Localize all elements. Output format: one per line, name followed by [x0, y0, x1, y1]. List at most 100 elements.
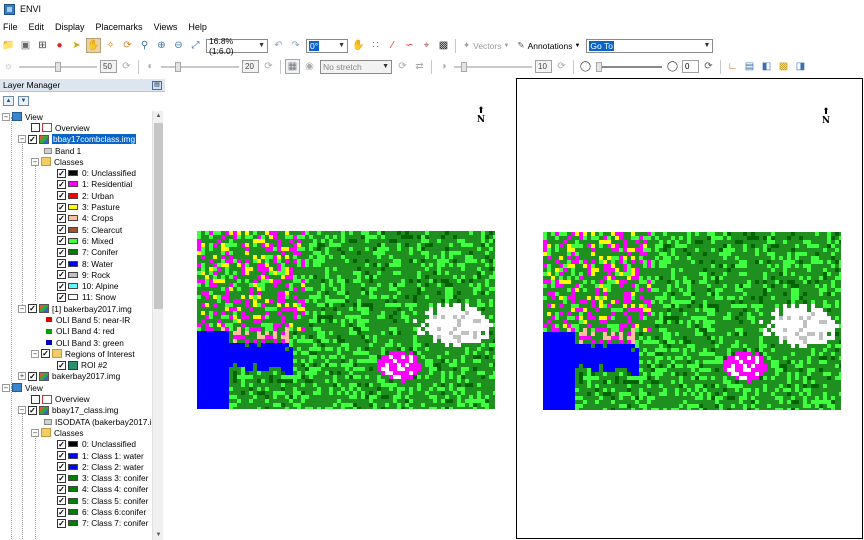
class-checkbox[interactable]: ✓ [57, 191, 66, 201]
class-checkbox[interactable]: ✓ [57, 225, 66, 235]
sharpen-slider[interactable] [454, 61, 532, 73]
class-item[interactable]: ✓ 4: Class 4: conifer [57, 484, 148, 495]
zoom-out-icon[interactable]: ⊖ [171, 38, 186, 53]
class-item[interactable]: ✓ 6: Class 6:conifer [57, 506, 146, 517]
rotate-right-icon[interactable]: ↷ [288, 38, 303, 53]
class-item[interactable]: ✓ 2: Urban [57, 190, 114, 201]
class-checkbox[interactable]: ✓ [57, 270, 66, 280]
tree-view-1[interactable]: − View [2, 111, 43, 122]
spectral-icon[interactable]: ∽ [402, 38, 417, 53]
roi-folder[interactable]: − ✓ Regions of Interest [31, 348, 135, 359]
class-item[interactable]: ✓ 1: Residential [57, 179, 132, 190]
image-view-2[interactable]: ⬆ N [516, 78, 863, 539]
pixel-locator-icon[interactable]: ▩ [436, 38, 451, 53]
menu-help[interactable]: Help [188, 22, 212, 32]
image-view-1[interactable]: ⬆ N [172, 78, 511, 540]
crop-icon[interactable]: ⊞ [35, 38, 50, 53]
layer-checkbox[interactable]: ✓ [28, 304, 37, 314]
class-item[interactable]: ✓ 3: Class 3: conifer [57, 473, 148, 484]
class-checkbox[interactable]: ✓ [57, 439, 66, 449]
class-item[interactable]: ✓ 0: Unclassified [57, 168, 136, 179]
reset-contrast-icon[interactable]: ⟳ [261, 59, 276, 74]
class-checkbox[interactable]: ✓ [57, 507, 66, 517]
export-icon[interactable]: ▩ [776, 59, 791, 74]
chart-icon[interactable]: ∟ [725, 59, 740, 74]
reset-brightness-icon[interactable]: ⟳ [119, 59, 134, 74]
overview-checkbox[interactable] [31, 123, 40, 133]
layer-bbay17-class[interactable]: − ✓ bbay17_class.img [18, 405, 118, 416]
rgb-band-red[interactable]: OLI Band 5: near-IR [44, 314, 130, 325]
collapse-toggle[interactable]: − [18, 406, 26, 415]
class-checkbox[interactable]: ✓ [57, 259, 66, 269]
scroll-up-icon[interactable]: ▲ [153, 111, 164, 121]
layer-bakerbay2017[interactable]: + ✓ bakerbay2017.img [18, 371, 120, 382]
class-checkbox[interactable]: ✓ [57, 292, 66, 302]
class-checkbox[interactable]: ✓ [57, 496, 66, 506]
class-item[interactable]: ✓ 5: Class 5: conifer [57, 495, 148, 506]
profile-icon[interactable]: ∕ [385, 38, 400, 53]
class-checkbox[interactable]: ✓ [57, 179, 66, 189]
menu-display[interactable]: Display [55, 22, 90, 32]
data-manager-icon[interactable]: ▣ [18, 38, 33, 53]
grid-icon[interactable]: ∷ [368, 38, 383, 53]
slider-thumb[interactable] [461, 61, 468, 72]
tree-scrollbar[interactable]: ▲ ▼ [152, 111, 163, 540]
class-checkbox[interactable]: ✓ [57, 462, 66, 472]
collapse-toggle[interactable]: − [18, 304, 26, 313]
class-item[interactable]: ✓ 7: Class 7: conifer [57, 518, 148, 529]
class-item[interactable]: ✓ 2: Class 2: water [57, 461, 144, 472]
stretch-select[interactable]: No stretch ▼ [320, 59, 392, 74]
class-checkbox[interactable]: ✓ [57, 518, 66, 528]
vectors-menu[interactable]: ✦ Vectors ▼ [463, 40, 509, 51]
scroll-down-icon[interactable]: ▼ [153, 530, 164, 540]
rgb-band-blue[interactable]: OLI Band 3: green [44, 337, 124, 348]
expand-toggle[interactable]: + [18, 372, 26, 381]
menu-views[interactable]: Views [154, 22, 183, 32]
zoom-full-icon[interactable]: ⤢ [188, 38, 203, 53]
overview-item[interactable]: Overview [31, 122, 90, 133]
annotations-menu[interactable]: ✎ Annotations ▼ [517, 40, 580, 51]
roi-item[interactable]: ✓ ROI #2 [57, 360, 107, 371]
class-checkbox[interactable]: ✓ [57, 213, 66, 223]
placemark-icon[interactable]: ● [52, 38, 67, 53]
sharpen-value[interactable]: 10 [535, 60, 552, 73]
class-item[interactable]: ✓ 6: Mixed [57, 235, 113, 246]
open-file-icon[interactable]: 📁 [1, 38, 16, 53]
transparency-value[interactable]: 0 [682, 60, 699, 73]
class-item[interactable]: ✓ 7: Conifer [57, 247, 118, 258]
swap-icon[interactable]: ⇄ [412, 59, 427, 74]
classified-image[interactable] [197, 231, 495, 409]
rgb-band-green[interactable]: OLI Band 4: red [44, 326, 115, 337]
expand-all-icon[interactable]: ▼ [18, 96, 29, 106]
overview-item[interactable]: Overview [31, 393, 90, 404]
view-icon[interactable]: ◧ [759, 59, 774, 74]
transparency-slider[interactable] [596, 61, 662, 73]
class-checkbox[interactable]: ✓ [57, 281, 66, 291]
image-icon[interactable]: ▤ [742, 59, 757, 74]
cursor-value-icon[interactable]: ⌖ [419, 38, 434, 53]
class-item[interactable]: ✓ 5: Clearcut [57, 224, 122, 235]
class-checkbox[interactable]: ✓ [57, 202, 66, 212]
roi-checkbox[interactable]: ✓ [57, 360, 66, 370]
class-item[interactable]: ✓ 8: Water [57, 258, 113, 269]
class-item[interactable]: ✓ 10: Alpine [57, 281, 118, 292]
class-checkbox[interactable]: ✓ [57, 451, 66, 461]
overview-checkbox[interactable] [31, 394, 40, 404]
slider-thumb[interactable] [55, 61, 61, 72]
pin-icon[interactable]: ▤ [152, 80, 162, 90]
class-item[interactable]: ✓ 9: Rock [57, 269, 110, 280]
classes-folder[interactable]: − Classes [31, 156, 84, 167]
class-checkbox[interactable]: ✓ [57, 168, 66, 178]
contrast-icon[interactable]: ◐ [143, 59, 158, 74]
crosshair-icon[interactable]: ✋ [351, 38, 366, 53]
class-item[interactable]: ✓ 1: Class 1: water [57, 450, 144, 461]
layer-checkbox[interactable]: ✓ [28, 134, 37, 144]
transparency-toggle-icon[interactable]: ◯ [665, 59, 680, 74]
class-item[interactable]: ✓ 4: Crops [57, 213, 113, 224]
classified-image[interactable] [543, 232, 841, 410]
save-view-icon[interactable]: ◨ [793, 59, 808, 74]
contrast-value[interactable]: 20 [242, 60, 259, 73]
zoom-in-icon[interactable]: ⊕ [154, 38, 169, 53]
roi-folder-checkbox[interactable]: ✓ [41, 349, 50, 359]
classes-folder[interactable]: − Classes [31, 427, 84, 438]
